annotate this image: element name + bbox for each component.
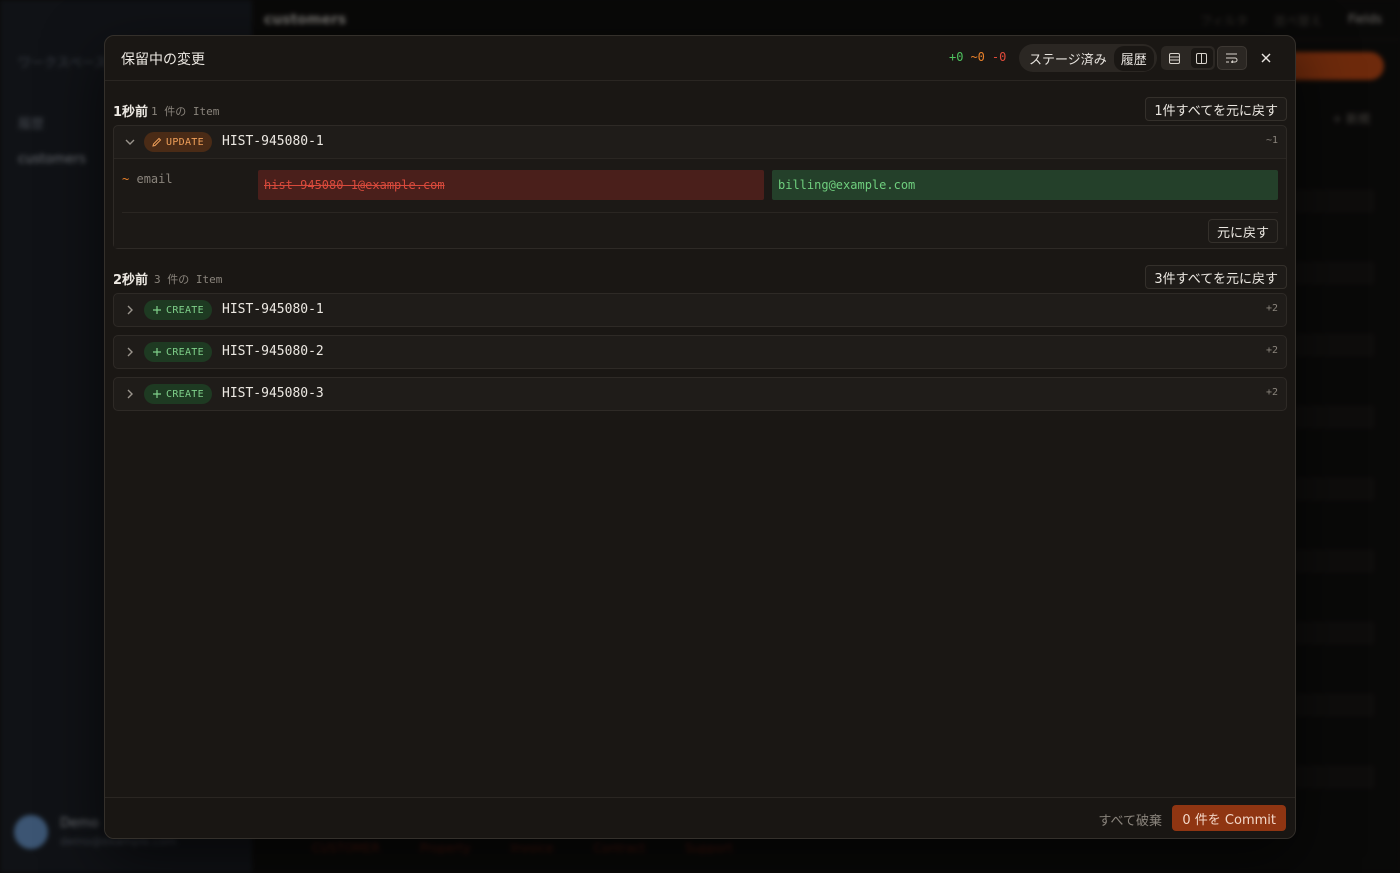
plus-icon [153,390,161,398]
modal-footer: すべて破棄 0 件を Commit [105,797,1295,838]
group-count: 3 件の Item [154,273,223,286]
revert-group-button[interactable]: 3件すべてを元に戻す [1145,265,1287,289]
record-id: HIST-945080-3 [222,386,324,401]
pencil-icon [152,137,162,147]
group-count: 1 件の Item [151,105,220,118]
change-delta: +2 [1265,303,1278,314]
change-card-header[interactable]: UPDATE HIST-945080-1 ~1 [114,126,1286,158]
change-card-header[interactable]: CREATE HIST-945080-2 +2 [114,336,1286,368]
op-label: UPDATE [166,136,204,148]
chevron-right-icon[interactable] [124,304,136,316]
change-delta: ~1 [1265,135,1278,146]
chevron-down-icon[interactable] [124,136,136,148]
history-group-header: 1秒前 1 件の Item 1件すべてを元に戻す [113,97,1287,121]
field-name: ~ email [122,172,173,186]
plus-icon [153,306,161,314]
record-id: HIST-945080-1 [222,302,324,317]
close-icon[interactable] [1255,47,1277,69]
divider [122,212,1278,213]
change-card-header[interactable]: CREATE HIST-945080-3 +2 [114,378,1286,410]
history-group-header: 2秒前 3 件の Item 3件すべてを元に戻す [113,265,1287,289]
change-card[interactable]: CREATE HIST-945080-3 +2 [113,377,1287,411]
change-counts: +0 ~0 -0 [949,50,1006,64]
op-label: CREATE [166,388,204,400]
chevron-right-icon[interactable] [124,346,136,358]
modal-title: 保留中の変更 [121,52,205,68]
discard-all-button[interactable]: すべて破棄 [1098,810,1162,829]
change-delta: +2 [1265,345,1278,356]
commit-button[interactable]: 0 件を Commit [1172,805,1286,831]
change-card[interactable]: CREATE HIST-945080-1 +2 [113,293,1287,327]
group-time: 2秒前 [113,273,149,288]
tab-staged[interactable]: ステージ済み [1022,46,1114,71]
revert-button[interactable]: 元に戻す [1207,219,1278,243]
revert-group-button[interactable]: 1件すべてを元に戻す [1145,97,1287,121]
layout-toggle [1161,46,1215,70]
modal-header: 保留中の変更 +0 ~0 -0 ステージ済み 履歴 [105,36,1295,81]
update-badge: UPDATE [144,132,212,152]
chevron-right-icon[interactable] [124,388,136,400]
deleted-count: -0 [991,50,1007,64]
wrap-lines-icon[interactable] [1217,46,1247,70]
list-view-icon[interactable] [1164,48,1186,68]
view-mode-toggle: ステージ済み 履歴 [1019,44,1157,72]
tab-history[interactable]: 履歴 [1113,45,1154,71]
change-card[interactable]: CREATE HIST-945080-2 +2 [113,335,1287,369]
change-card-header[interactable]: CREATE HIST-945080-1 +2 [114,294,1286,326]
op-label: CREATE [166,346,204,358]
change-delta: +2 [1265,387,1278,398]
create-badge: CREATE [144,342,212,362]
modified-count: ~0 [970,50,985,64]
new-value: billing@example.com [772,170,1278,200]
record-id: HIST-945080-1 [222,134,324,149]
pending-changes-modal: 保留中の変更 +0 ~0 -0 ステージ済み 履歴 1秒前 1 件の Item [104,35,1296,839]
added-count: +0 [949,50,964,64]
create-badge: CREATE [144,384,212,404]
old-value: hist-945080-1@example.com [258,170,764,200]
split-view-icon[interactable] [1190,48,1213,68]
change-card: UPDATE HIST-945080-1 ~1 ~ email hist-945… [113,125,1287,249]
change-diff: ~ email hist-945080-1@example.com billin… [114,158,1286,248]
op-label: CREATE [166,304,204,316]
plus-icon [153,348,161,356]
create-badge: CREATE [144,300,212,320]
record-id: HIST-945080-2 [222,344,324,359]
group-time: 1秒前 [113,105,149,120]
